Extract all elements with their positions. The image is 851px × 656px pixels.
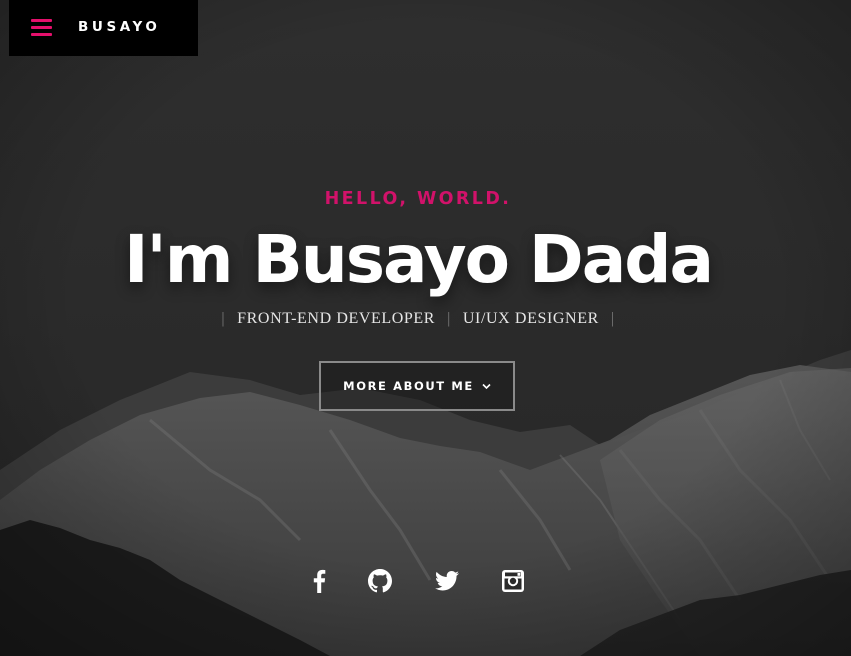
github-icon[interactable] — [365, 566, 395, 596]
more-button-label: MORE ABOUT ME — [343, 379, 474, 393]
position-separator: | — [221, 310, 226, 327]
menu-line — [31, 33, 52, 36]
twitter-icon[interactable] — [432, 566, 462, 596]
intro-greeting: HELLO, WORLD. — [324, 189, 512, 209]
position-item: UI/UX DESIGNER — [462, 310, 599, 327]
position-separator: | — [610, 310, 615, 327]
social-links — [0, 566, 851, 596]
header-bar: BUSAYO — [9, 0, 198, 56]
hero-section: BUSAYO HELLO, WORLD. I'm Busayo Dada | FR… — [0, 0, 851, 656]
instagram-icon[interactable] — [498, 566, 528, 596]
site-logo[interactable]: BUSAYO — [78, 18, 161, 36]
position-separator: | — [447, 310, 451, 327]
position-item: FRONT-END DEVELOPER — [237, 310, 436, 327]
more-about-me-button[interactable]: MORE ABOUT ME — [319, 361, 515, 411]
menu-line — [31, 19, 52, 22]
hamburger-menu-icon[interactable] — [31, 18, 53, 36]
facebook-icon[interactable] — [304, 566, 334, 596]
intro-positions: | FRONT-END DEVELOPER | UI/UX DESIGNER | — [0, 308, 836, 330]
chevron-down-icon — [482, 364, 491, 410]
menu-line — [31, 26, 52, 29]
intro-name-heading: I'm Busayo Dada — [123, 221, 714, 298]
